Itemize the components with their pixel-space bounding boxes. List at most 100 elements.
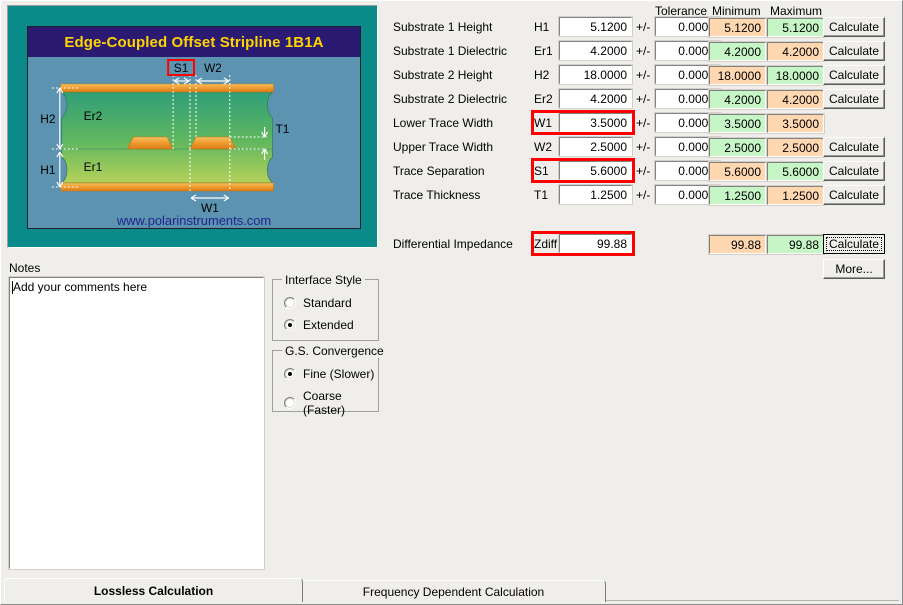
radio-standard-label: Standard (303, 296, 352, 310)
param-calculate-button-s1[interactable]: Calculate (823, 161, 885, 181)
param-calculate-label-h2: Calculate (829, 68, 879, 82)
gs-convergence-group: G.S. Convergence Fine (Slower) Coarse (F… (272, 350, 379, 412)
param-maximum-er2: 4.2000 (767, 90, 824, 109)
diagram-label-er2: Er2 (84, 109, 103, 123)
param-calculate-button-h1[interactable]: Calculate (823, 17, 885, 37)
tab-frequency-dependent-calculation[interactable]: Frequency Dependent Calculation (301, 580, 606, 602)
param-label-h2: Substrate 2 Height (393, 68, 492, 82)
param-value-t1[interactable]: 1.2500 (559, 185, 632, 204)
result-calculate-button[interactable]: Calculate (823, 234, 885, 254)
param-maximum-w1: 3.5000 (767, 114, 824, 133)
param-calculate-button-er2[interactable]: Calculate (823, 89, 885, 109)
param-plusminus-er1: +/- (636, 44, 650, 58)
radio-standard-indicator[interactable] (284, 297, 296, 309)
result-minimum-field: 99.88 (709, 235, 766, 254)
param-calculate-button-er1[interactable]: Calculate (823, 41, 885, 61)
param-calculate-label-er1: Calculate (829, 44, 879, 58)
param-plusminus-t1: +/- (636, 188, 650, 202)
interface-style-title: Interface Style (282, 273, 365, 287)
param-plusminus-er2: +/- (636, 92, 650, 106)
param-calculate-label-w2: Calculate (829, 140, 879, 154)
param-symbol-h2: H2 (534, 68, 549, 82)
param-value-w2[interactable]: 2.5000 (559, 137, 632, 156)
result-label: Differential Impedance (393, 237, 513, 251)
param-minimum-er1: 4.2000 (709, 42, 766, 61)
stripline-diagram: Edge-Coupled Offset Stripline 1B1A (27, 26, 361, 229)
param-calculate-label-er2: Calculate (829, 92, 879, 106)
param-calculate-button-t1[interactable]: Calculate (823, 185, 885, 205)
radio-coarse-faster-indicator[interactable] (284, 397, 296, 409)
param-value-h1[interactable]: 5.1200 (559, 17, 632, 36)
diagram-label-h1: H1 (40, 163, 56, 177)
diagram-label-er1: Er1 (84, 160, 103, 174)
param-minimum-er2: 4.2000 (709, 90, 766, 109)
radio-coarse-faster[interactable]: Coarse (Faster) (284, 389, 378, 417)
param-plusminus-s1: +/- (636, 164, 650, 178)
param-symbol-er1: Er1 (534, 44, 553, 58)
tab-lossless-calculation[interactable]: Lossless Calculation (4, 578, 303, 602)
param-symbol-h1: H1 (534, 20, 549, 34)
param-calculate-button-h2[interactable]: Calculate (823, 65, 885, 85)
param-minimum-t1: 1.2500 (709, 186, 766, 205)
radio-fine-slower-indicator[interactable] (284, 368, 296, 380)
diagram-label-w2: W2 (204, 61, 222, 75)
diagram-label-h2: H2 (40, 112, 56, 126)
param-maximum-w2: 2.5000 (767, 138, 824, 157)
param-label-er1: Substrate 1 Dielectric (393, 44, 507, 58)
column-header-maximum: Maximum (770, 4, 822, 18)
radio-extended[interactable]: Extended (284, 318, 354, 332)
param-symbol-er2: Er2 (534, 92, 553, 106)
param-minimum-w1: 3.5000 (709, 114, 766, 133)
param-plusminus-w1: +/- (636, 116, 650, 130)
param-label-h1: Substrate 1 Height (393, 20, 492, 34)
diagram-label-t1: T1 (276, 122, 290, 136)
param-plusminus-h1: +/- (636, 20, 650, 34)
param-calculate-label-s1: Calculate (829, 164, 879, 178)
radio-standard[interactable]: Standard (284, 296, 352, 310)
param-calculate-label-t1: Calculate (829, 188, 879, 202)
param-value-er1[interactable]: 4.2000 (559, 41, 632, 60)
column-header-minimum: Minimum (712, 4, 761, 18)
application-window: Edge-Coupled Offset Stripline 1B1A (0, 0, 903, 605)
param-calculate-button-w2[interactable]: Calculate (823, 137, 885, 157)
param-minimum-w2: 2.5000 (709, 138, 766, 157)
param-label-er2: Substrate 2 Dielectric (393, 92, 507, 106)
param-label-t1: Trace Thickness (393, 188, 480, 202)
param-symbol-s1: S1 (534, 164, 549, 178)
param-plusminus-w2: +/- (636, 140, 650, 154)
result-symbol: Zdiff (534, 237, 557, 251)
interface-style-group: Interface Style Standard Extended (272, 279, 379, 341)
cross-section-illustration: S1 W2 W1 T1 H2 H1 Er2 Er1 www.polarinstr… (28, 57, 360, 229)
radio-extended-indicator[interactable] (284, 319, 296, 331)
param-minimum-s1: 5.6000 (709, 162, 766, 181)
param-label-w2: Upper Trace Width (393, 140, 493, 154)
tab-strip: Lossless Calculation Frequency Dependent… (4, 578, 899, 602)
param-label-s1: Trace Separation (393, 164, 485, 178)
param-plusminus-h2: +/- (636, 68, 650, 82)
radio-fine-slower[interactable]: Fine (Slower) (284, 367, 374, 381)
param-maximum-s1: 5.6000 (767, 162, 824, 181)
focus-ring (826, 237, 882, 251)
gs-convergence-title: G.S. Convergence (282, 344, 387, 358)
param-value-er2[interactable]: 4.2000 (559, 89, 632, 108)
param-maximum-h2: 18.0000 (767, 66, 824, 85)
notes-textarea[interactable]: Add your comments here (9, 277, 264, 569)
radio-extended-label: Extended (303, 318, 354, 332)
param-symbol-w1: W1 (534, 116, 552, 130)
more-button[interactable]: More... (823, 259, 885, 279)
tab-frequency-dependent-calculation-label: Frequency Dependent Calculation (363, 585, 544, 599)
result-value-field[interactable]: 99.88 (559, 234, 632, 253)
diagram-panel: Edge-Coupled Offset Stripline 1B1A (7, 5, 378, 248)
param-symbol-t1: T1 (534, 188, 548, 202)
param-symbol-w2: W2 (534, 140, 552, 154)
radio-coarse-faster-label: Coarse (Faster) (303, 389, 378, 417)
more-button-label: More... (835, 262, 872, 276)
notes-value: Add your comments here (13, 280, 147, 294)
param-value-h2[interactable]: 18.0000 (559, 65, 632, 84)
param-maximum-t1: 1.2500 (767, 186, 824, 205)
diagram-label-s1: S1 (174, 61, 189, 75)
param-value-w1[interactable]: 3.5000 (559, 113, 632, 132)
radio-fine-slower-label: Fine (Slower) (303, 367, 374, 381)
param-value-s1[interactable]: 5.6000 (559, 161, 632, 180)
param-maximum-er1: 4.2000 (767, 42, 824, 61)
